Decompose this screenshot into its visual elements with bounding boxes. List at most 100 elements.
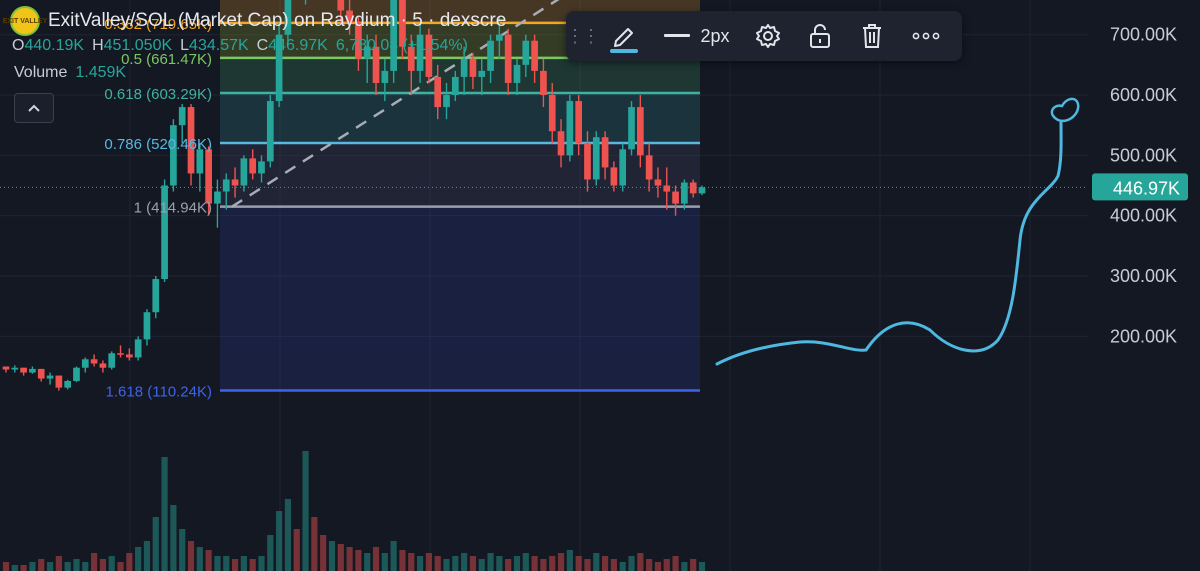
- price-axis-tick: 400.00K: [1110, 206, 1177, 226]
- candle-body: [540, 70, 547, 96]
- candle-body: [81, 359, 89, 368]
- volume-bar: [672, 556, 679, 571]
- volume-bar: [38, 559, 45, 571]
- price-chart[interactable]: 0.382 (719.65K)0.5 (661.47K)0.618 (603.2…: [0, 0, 1200, 571]
- volume-bar: [82, 562, 89, 571]
- volume-bar: [593, 553, 600, 571]
- candle-body: [628, 107, 635, 150]
- candle-body: [240, 158, 248, 186]
- settings-button[interactable]: [742, 11, 794, 61]
- collapse-legend-button[interactable]: [14, 93, 54, 123]
- volume-bar: [646, 559, 653, 571]
- fib-label: 0.618 (603.29K): [104, 86, 212, 103]
- candle-body: [125, 354, 133, 358]
- line-width-button[interactable]: 2px: [652, 11, 742, 61]
- more-button[interactable]: [898, 11, 954, 61]
- candle-body: [205, 149, 212, 204]
- candle-body: [460, 58, 468, 77]
- candle-body: [117, 353, 124, 355]
- volume-bar: [513, 556, 521, 571]
- candle-body: [214, 191, 221, 204]
- candle-body: [575, 101, 583, 144]
- volume-bar: [399, 550, 406, 571]
- candle-body: [522, 40, 530, 65]
- line-width-icon: [664, 34, 691, 37]
- low-label: L: [180, 37, 190, 54]
- volume-bar: [584, 559, 591, 571]
- candle-body: [170, 125, 177, 186]
- volume-bar: [531, 556, 538, 571]
- open-value: 440.19K: [24, 37, 85, 54]
- volume-bar: [557, 553, 565, 571]
- close-label: C: [256, 37, 269, 54]
- volume-bar: [117, 562, 124, 571]
- volume-bar: [302, 451, 309, 571]
- volume-bar: [496, 556, 503, 571]
- pencil-button[interactable]: [596, 11, 652, 61]
- drawing-toolbar: ⋮⋮ 2px: [566, 11, 962, 61]
- low-value: 434.57K: [189, 37, 249, 54]
- price-axis: 1.00M900.00K800.00K700.00K600.00K500.00K…: [1088, 0, 1200, 571]
- candle-body: [451, 76, 459, 96]
- volume-bar: [602, 556, 609, 571]
- volume-bar: [328, 541, 336, 571]
- volume-bar: [575, 556, 582, 571]
- candle-body: [55, 375, 63, 388]
- volume-bar: [443, 559, 450, 571]
- candle-body: [487, 40, 494, 71]
- volume-bar: [540, 559, 547, 571]
- candle-body: [531, 40, 538, 71]
- projection-loop: [1050, 97, 1080, 123]
- candle-body: [108, 353, 116, 368]
- projection-drawing: [715, 97, 1080, 366]
- volume-bar: [240, 556, 247, 571]
- price-axis-tick: 300.00K: [1110, 266, 1177, 286]
- candle-body: [258, 161, 265, 174]
- volume-bar: [249, 559, 256, 571]
- volume-bar: [522, 553, 529, 571]
- candle-body: [619, 149, 627, 186]
- ohlc-legend: O440.19K H451.050K L434.57K C446.97K 6,780.0…: [12, 37, 476, 55]
- volume-bar: [64, 562, 71, 571]
- candle-body: [469, 58, 477, 77]
- candle-body: [645, 155, 653, 180]
- chart-title: ExitValley/SOL (Market Cap) on Raydium ·…: [48, 10, 507, 31]
- fib-zone: [220, 143, 700, 207]
- close-value: 446.97K: [268, 37, 328, 54]
- line-width-label: 2px: [700, 25, 730, 46]
- volume-bar: [99, 559, 106, 571]
- candle-body: [381, 70, 389, 83]
- current-price-label: 446.97K: [1113, 178, 1180, 198]
- delete-button[interactable]: [846, 11, 898, 61]
- high-value: 451.050K: [103, 37, 173, 54]
- volume-bar: [152, 517, 159, 571]
- candle-body: [443, 95, 450, 108]
- volume-bar: [170, 505, 177, 571]
- volume-bar: [73, 559, 80, 571]
- fib-zone: [220, 93, 700, 144]
- candle-body: [434, 76, 442, 108]
- volume-bar: [478, 559, 485, 571]
- volume-label: Volume: [14, 64, 68, 81]
- volume-legend: Volume 1.459K: [14, 64, 126, 82]
- volume-bar: [293, 529, 300, 571]
- candle-body: [46, 375, 54, 379]
- volume-bar: [135, 547, 142, 571]
- candle-body: [610, 167, 618, 186]
- candle-body: [584, 143, 591, 180]
- volume-bar: [196, 547, 203, 571]
- fib-label: 1 (414.94K): [134, 200, 212, 217]
- volume-bar: [276, 511, 283, 571]
- projection-path: [715, 120, 1063, 366]
- volume-bar: [46, 562, 54, 571]
- fib-label: 0.786 (520.46K): [104, 136, 212, 153]
- candle-body: [557, 131, 565, 156]
- candle-body: [566, 101, 574, 156]
- lock-button[interactable]: [794, 11, 846, 61]
- volume-bar: [320, 535, 327, 571]
- candle-body: [134, 339, 142, 358]
- volume-bar: [126, 553, 133, 571]
- candle-body: [64, 380, 72, 388]
- volume-bar: [161, 457, 168, 571]
- drag-handle-icon[interactable]: ⋮⋮: [566, 26, 600, 47]
